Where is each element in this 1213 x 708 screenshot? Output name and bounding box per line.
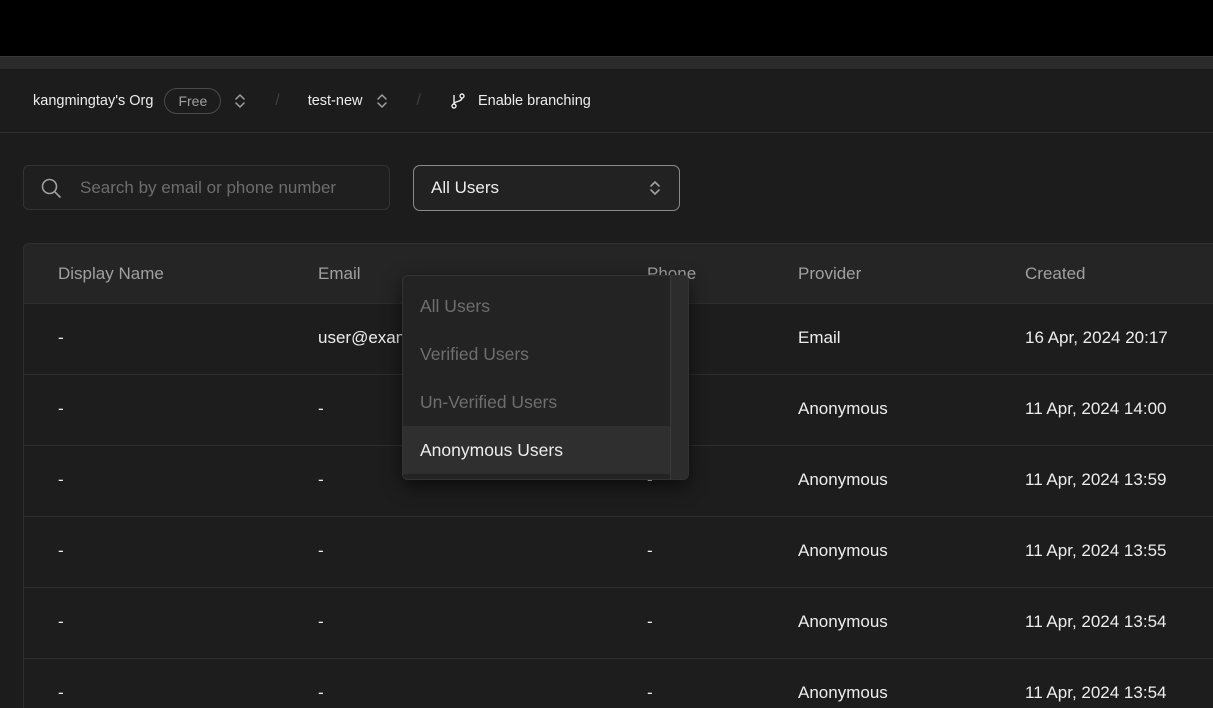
cell-created: 16 Apr, 2024 20:17 <box>1025 328 1168 347</box>
dropdown-option-unverified-users[interactable]: Un-Verified Users <box>403 378 671 426</box>
cell-display-name: - <box>58 399 64 418</box>
cell-provider: Anonymous <box>798 399 888 418</box>
column-header-display-name[interactable]: Display Name <box>58 264 164 284</box>
cell-display-name: - <box>58 470 64 489</box>
cell-email: - <box>318 399 324 418</box>
cell-provider: Anonymous <box>798 612 888 631</box>
cell-email: - <box>318 541 324 560</box>
git-branch-icon <box>449 92 467 110</box>
enable-branching-button[interactable]: Enable branching <box>478 93 591 109</box>
search-input[interactable] <box>78 176 382 199</box>
top-nav: kangmingtay's Org Free / test-new / Enab… <box>0 69 1213 133</box>
cell-phone: - <box>647 541 653 560</box>
cell-email: - <box>318 470 324 489</box>
column-header-email[interactable]: Email <box>318 264 361 284</box>
cell-created: 11 Apr, 2024 13:55 <box>1025 541 1167 560</box>
cell-email: - <box>318 612 324 631</box>
column-header-created[interactable]: Created <box>1025 264 1085 284</box>
cell-display-name: - <box>58 328 64 347</box>
breadcrumb-separator: / <box>275 91 280 109</box>
dropdown-option-anonymous-users[interactable]: Anonymous Users <box>403 426 671 474</box>
table-row[interactable]: - - - Anonymous 11 Apr, 2024 13:55 <box>24 517 1213 588</box>
chevron-up-down-icon <box>648 178 662 198</box>
table-row[interactable]: - - - Anonymous 11 Apr, 2024 13:54 <box>24 659 1213 708</box>
dropdown-scrollbar[interactable] <box>670 276 688 479</box>
cell-phone: - <box>647 683 653 702</box>
app-container: kangmingtay's Org Free / test-new / Enab… <box>0 56 1213 708</box>
user-filter-value: All Users <box>431 178 500 197</box>
window-top-bar <box>0 0 1213 56</box>
dropdown-option-all-users[interactable]: All Users <box>403 282 671 330</box>
cell-created: 11 Apr, 2024 13:59 <box>1025 470 1167 489</box>
search-icon <box>40 177 62 199</box>
user-filter-dropdown: All Users Verified Users Un-Verified Use… <box>402 275 689 480</box>
cell-provider: Anonymous <box>798 541 888 560</box>
cell-created: 11 Apr, 2024 13:54 <box>1025 683 1167 702</box>
cell-display-name: - <box>58 683 64 702</box>
cell-display-name: - <box>58 612 64 631</box>
chevron-up-down-icon[interactable] <box>375 92 389 110</box>
cell-created: 11 Apr, 2024 13:54 <box>1025 612 1167 631</box>
chevron-up-down-icon[interactable] <box>233 92 247 110</box>
cell-display-name: - <box>58 541 64 560</box>
plan-badge: Free <box>164 87 222 114</box>
org-name[interactable]: kangmingtay's Org <box>33 93 153 109</box>
cell-created: 11 Apr, 2024 14:00 <box>1025 399 1167 418</box>
search-box <box>23 165 390 210</box>
column-header-provider[interactable]: Provider <box>798 264 861 284</box>
cell-phone: - <box>647 612 653 631</box>
cell-provider: Anonymous <box>798 470 888 489</box>
dropdown-option-verified-users[interactable]: Verified Users <box>403 330 671 378</box>
cell-provider: Email <box>798 328 841 347</box>
table-row[interactable]: - - - Anonymous 11 Apr, 2024 13:54 <box>24 588 1213 659</box>
cell-email: - <box>318 683 324 702</box>
user-filter-select[interactable]: All Users <box>413 165 680 211</box>
project-name[interactable]: test-new <box>308 93 363 109</box>
breadcrumb-separator: / <box>416 91 421 109</box>
cell-provider: Anonymous <box>798 683 888 702</box>
